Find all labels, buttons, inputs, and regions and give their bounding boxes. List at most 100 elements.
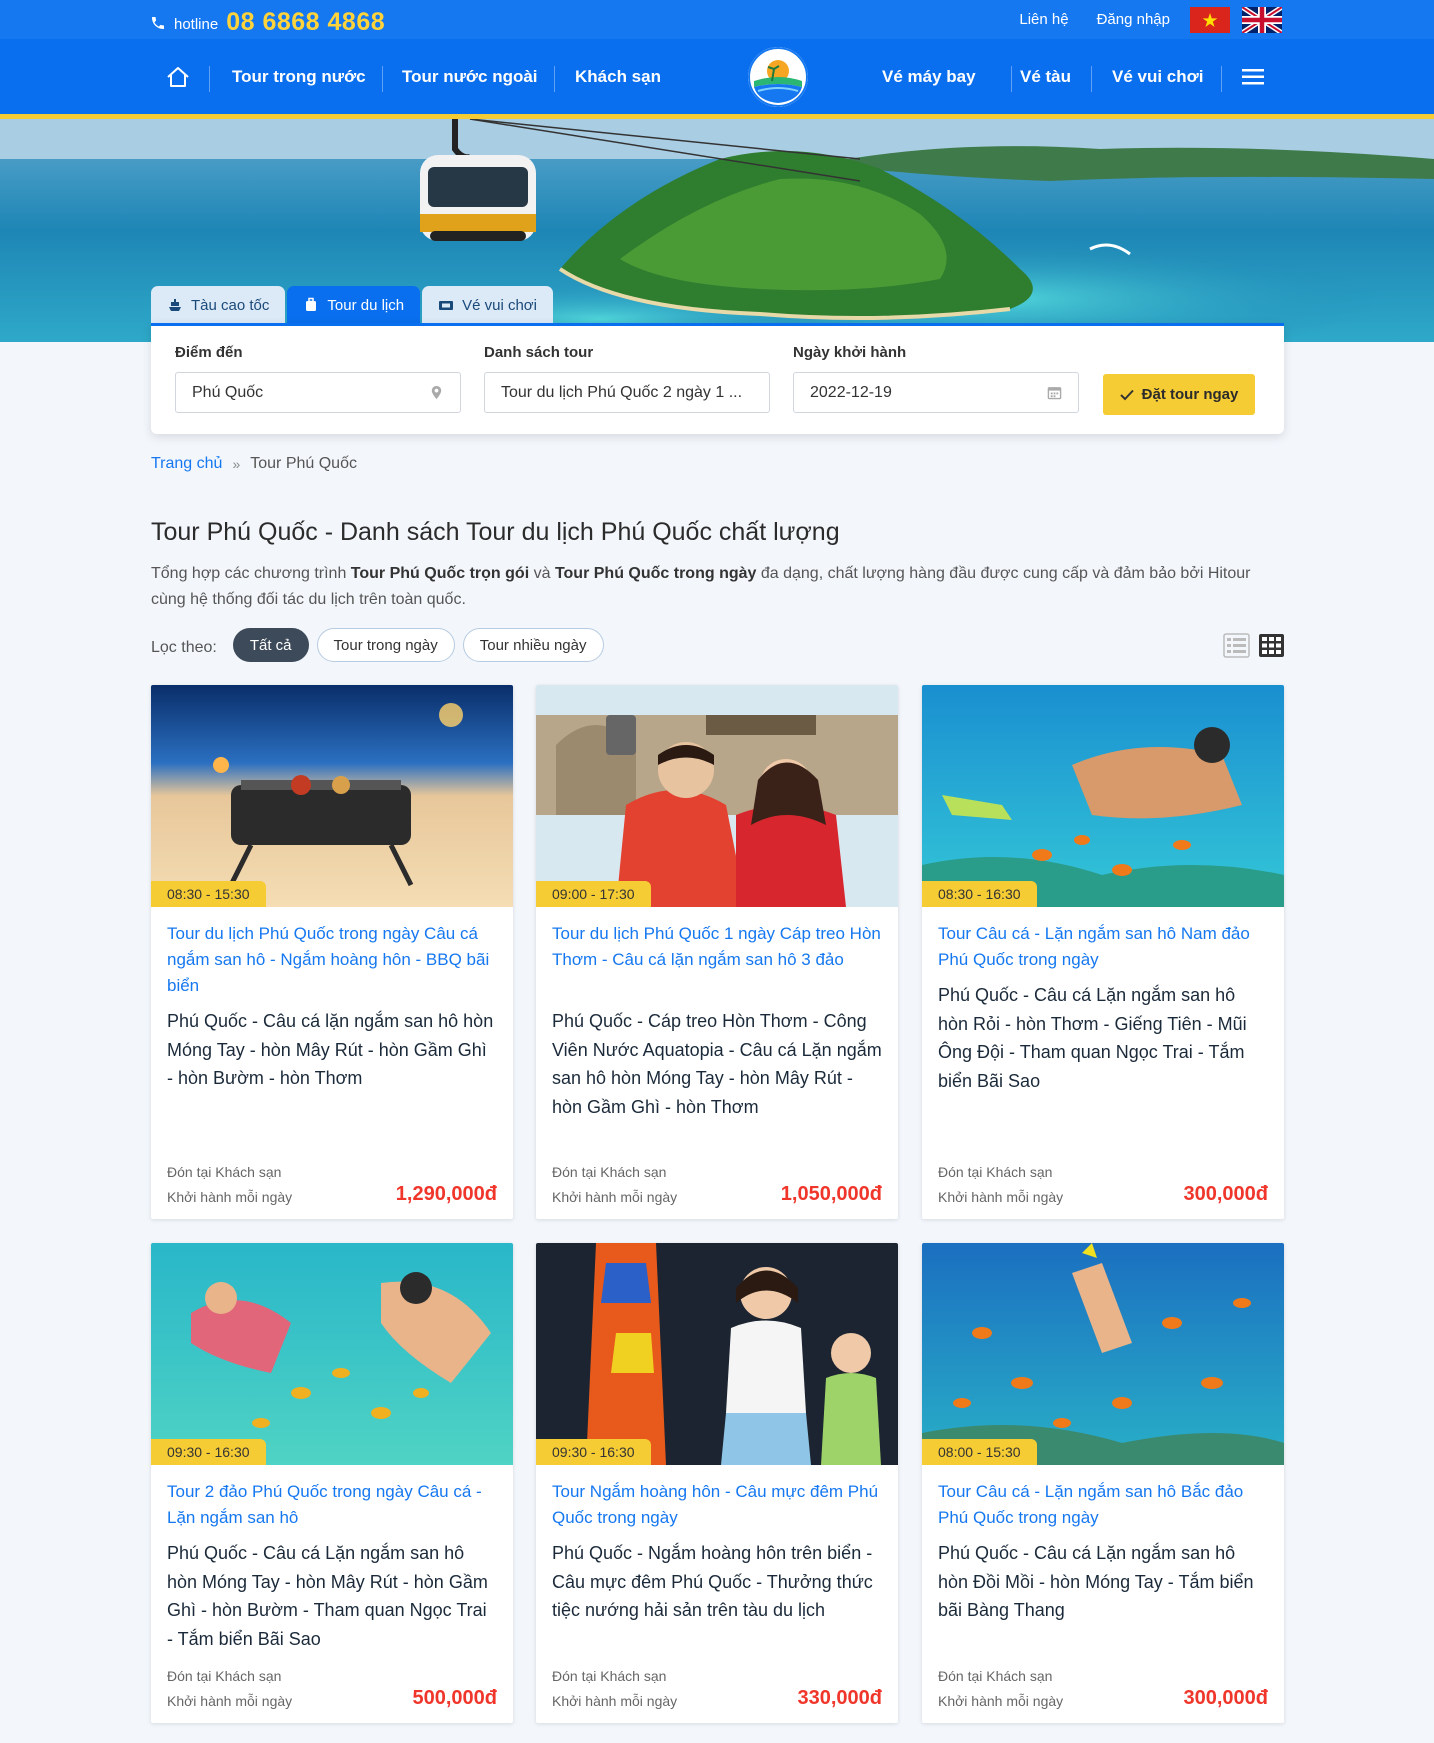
tour-card[interactable]: 09:00 - 17:30 Tour du lịch Phú Quốc 1 ng… [536,685,898,1219]
filter-label: Lọc theo: [151,639,217,656]
tour-card[interactable]: 08:30 - 15:30 Tour du lịch Phú Quốc tron… [151,685,513,1219]
home-icon[interactable] [166,39,190,114]
date-input[interactable]: 2022-12-19 [793,372,1079,413]
nav-divider [1091,66,1092,92]
pickup-info: Đón tại Khách sạn [552,1668,667,1684]
tour-search-form: Điểm đến Phú Quốc Danh sách tour Tour du… [151,323,1284,434]
departure-info: Khởi hành mỗi ngày [938,1693,1064,1709]
tour-list-select[interactable]: Tour du lịch Phú Quốc 2 ngày 1 ... [484,372,770,413]
pickup-info: Đón tại Khách sạn [552,1164,667,1180]
view-toggle [1223,633,1285,658]
time-badge: 09:30 - 16:30 [151,1439,266,1465]
departure-info: Khởi hành mỗi ngày [167,1693,293,1709]
tour-title[interactable]: Tour Câu cá - Lặn ngắm san hô Nam đảo Ph… [938,921,1268,973]
map-pin-icon [431,385,442,400]
check-icon [1119,389,1134,400]
breadcrumb: Trang chủ » Tour Phú Quốc [151,455,357,473]
nav-attraction-tickets[interactable]: Vé vui chơi [1112,39,1203,114]
nav-divider [209,66,210,92]
tab-label: Tàu cao tốc [191,296,270,314]
tour-title[interactable]: Tour 2 đảo Phú Quốc trong ngày Câu cá - … [167,1479,497,1531]
hamburger-menu-icon[interactable] [1242,39,1264,114]
breadcrumb-home[interactable]: Trang chủ [151,455,222,473]
tour-description: Phú Quốc - Câu cá Lặn ngắm san hô hòn Đồ… [938,1543,1254,1620]
main-nav: Tour trong nước Tour nước ngoài Khách sạ… [0,39,1434,119]
tour-price: 330,000đ [797,1687,882,1709]
tour-filter: Lọc theo: Tất cả Tour trong ngày Tour nh… [151,628,604,662]
ship-icon [169,299,181,311]
tab-attraction[interactable]: Vé vui chơi [422,286,553,324]
tour-description: Phú Quốc - Câu cá Lặn ngắm san hô hòn Rỏ… [938,985,1247,1091]
time-badge: 08:30 - 16:30 [922,881,1037,907]
nav-flight-tickets[interactable]: Vé máy bay [882,39,976,114]
nav-divider [382,66,383,92]
tour-image[interactable]: 09:00 - 17:30 [536,685,898,907]
filter-multi-day-tours[interactable]: Tour nhiều ngày [462,628,604,662]
pickup-info: Đón tại Khách sạn [938,1668,1053,1684]
tour-description: Phú Quốc - Cáp treo Hòn Thơm - Công Viên… [552,1011,882,1117]
destination-select[interactable]: Phú Quốc [175,372,461,413]
tour-price: 1,290,000đ [395,1183,497,1205]
tour-card[interactable]: 09:30 - 16:30 Tour Ngắm hoàng hôn - Câu … [536,1243,898,1723]
vietnam-flag-icon[interactable] [1190,6,1230,33]
tour-list-label: Danh sách tour [484,344,594,361]
tour-image[interactable]: 08:30 - 15:30 [151,685,513,907]
filter-all[interactable]: Tất cả [232,628,309,662]
nav-hotels[interactable]: Khách sạn [575,39,661,114]
breadcrumb-current: Tour Phú Quốc [250,455,357,472]
time-badge: 09:00 - 17:30 [536,881,651,907]
suitcase-icon [306,297,317,311]
tour-image[interactable]: 08:00 - 15:30 [922,1243,1284,1465]
departure-info: Khởi hành mỗi ngày [552,1189,678,1205]
ticket-icon [439,301,454,310]
tour-card[interactable]: 08:30 - 16:30 Tour Câu cá - Lặn ngắm san… [922,685,1284,1219]
tab-speed-boat[interactable]: Tàu cao tốc [151,286,286,324]
tour-price: 500,000đ [412,1687,497,1709]
tour-title[interactable]: Tour du lịch Phú Quốc trong ngày Câu cá … [167,921,497,999]
tour-price: 300,000đ [1183,1183,1268,1205]
tour-description: Phú Quốc - Câu cá Lặn ngắm san hô hòn Mó… [167,1543,488,1649]
tour-title[interactable]: Tour Câu cá - Lặn ngắm san hô Bắc đảo Ph… [938,1479,1268,1531]
page-title: Tour Phú Quốc - Danh sách Tour du lịch P… [151,518,840,546]
hotline[interactable]: hotline 08 6868 4868 [150,8,385,37]
tab-tour[interactable]: Tour du lịch [287,286,421,324]
top-bar: hotline 08 6868 4868 Liên hệ Đăng nhập [0,0,1434,39]
tour-card[interactable]: 08:00 - 15:30 Tour Câu cá - Lặn ngắm san… [922,1243,1284,1723]
tour-card[interactable]: 09:30 - 16:30 Tour 2 đảo Phú Quốc trong … [151,1243,513,1723]
pickup-info: Đón tại Khách sạn [938,1164,1053,1180]
destination-label: Điểm đến [175,344,243,361]
breadcrumb-separator: » [232,456,241,472]
tour-title[interactable]: Tour Ngắm hoàng hôn - Câu mực đêm Phú Qu… [552,1479,882,1531]
site-logo[interactable] [748,47,808,107]
list-view-icon[interactable] [1223,633,1250,658]
time-badge: 08:30 - 15:30 [151,881,266,907]
login-link[interactable]: Đăng nhập [1089,11,1178,28]
phone-icon [152,16,164,29]
nav-divider [1221,66,1222,92]
filter-day-tours[interactable]: Tour trong ngày [316,628,455,662]
nav-domestic-tours[interactable]: Tour trong nước [232,39,366,114]
tour-image[interactable]: 09:30 - 16:30 [151,1243,513,1465]
tab-label: Vé vui chơi [462,296,537,314]
pickup-info: Đón tại Khách sạn [167,1164,282,1180]
nav-train-tickets[interactable]: Vé tàu [1020,39,1071,114]
departure-info: Khởi hành mỗi ngày [552,1693,678,1709]
time-badge: 09:30 - 16:30 [536,1439,651,1465]
nav-divider [554,66,555,92]
grid-view-icon[interactable] [1258,633,1285,658]
calendar-icon [1047,387,1062,400]
contact-link[interactable]: Liên hệ [1011,11,1076,28]
tour-title[interactable]: Tour du lịch Phú Quốc 1 ngày Cáp treo Hò… [552,921,882,973]
uk-flag-icon[interactable] [1242,6,1282,33]
tour-image[interactable]: 08:30 - 16:30 [922,685,1284,907]
page-intro: Tổng hợp các chương trình Tour Phú Quốc … [151,565,1251,608]
hotline-number[interactable]: 08 6868 4868 [226,8,385,37]
nav-international-tours[interactable]: Tour nước ngoài [402,39,538,114]
tour-image[interactable]: 09:30 - 16:30 [536,1243,898,1465]
nav-divider [1011,66,1012,92]
tour-price: 1,050,000đ [780,1183,882,1205]
search-tabs: Tàu cao tốc Tour du lịch Vé vui chơi [151,286,553,324]
hotline-label: hotline [174,16,219,33]
book-tour-button[interactable]: Đặt tour ngay [1103,374,1255,415]
tour-description: Phú Quốc - Câu cá lặn ngắm san hô hòn Mó… [167,1011,494,1088]
